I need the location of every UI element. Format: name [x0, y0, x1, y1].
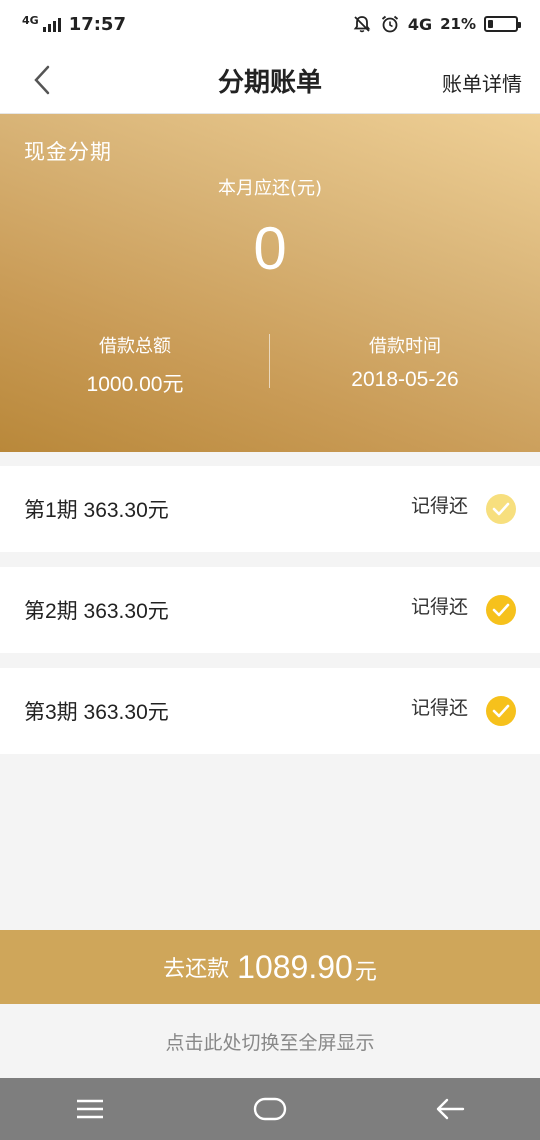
- check-icon: [486, 696, 516, 726]
- loan-date-value: 2018-05-26: [351, 368, 459, 391]
- battery-fill: [488, 20, 494, 28]
- loan-total-label: 借款总额: [99, 336, 171, 357]
- network-type-right: 4G: [407, 14, 433, 34]
- bill-details-link[interactable]: 账单详情: [442, 68, 522, 97]
- menu-icon: [77, 1099, 103, 1119]
- home-icon: [253, 1097, 287, 1121]
- system-nav-bar: [0, 1078, 540, 1140]
- installment-type-label: 现金分期: [24, 140, 112, 164]
- signal-icon: [42, 16, 61, 32]
- installment-row-2[interactable]: 第2期 363.30元 记得还: [0, 567, 540, 653]
- menu-button[interactable]: [60, 1089, 120, 1129]
- system-back-button[interactable]: [420, 1089, 480, 1129]
- network-type-left: 4G: [22, 13, 39, 27]
- mute-bell-icon: [353, 16, 371, 33]
- check-icon: [486, 494, 516, 524]
- battery-icon: [484, 16, 521, 32]
- status-time: 17:57: [68, 13, 126, 35]
- loan-date-label: 借款时间: [369, 336, 441, 357]
- fullscreen-toggle[interactable]: 点击此处切换至全屏显示: [0, 1004, 540, 1078]
- installment-label: 第1期 363.30元: [24, 499, 169, 522]
- status-right: 4G 21%: [352, 14, 521, 34]
- back-button[interactable]: [24, 62, 60, 98]
- installment-label: 第3期 363.30元: [24, 701, 169, 724]
- status-bar: 4G 17:57 4G 21%: [0, 0, 540, 48]
- summary-banner: 现金分期 本月应还(元) 0 借款总额 1000.00元 借款时间 2018-0…: [0, 114, 540, 452]
- alarm-icon: [381, 15, 398, 33]
- pay-label: 去还款: [163, 957, 230, 982]
- pay-amount: 1089.90: [237, 948, 353, 985]
- home-button[interactable]: [240, 1089, 300, 1129]
- chevron-left-icon: [34, 65, 50, 95]
- loan-total-block: 借款总额 1000.00元: [0, 332, 270, 398]
- installment-list: 第1期 363.30元 记得还 第2期 363.30元 记得还 第3期 363.…: [0, 466, 540, 769]
- loan-date-block: 借款时间 2018-05-26: [270, 332, 540, 392]
- page-title: 分期账单: [217, 68, 322, 98]
- check-icon: [486, 595, 516, 625]
- installment-status: 记得还: [410, 696, 468, 719]
- installment-row-1[interactable]: 第1期 363.30元 记得还: [0, 466, 540, 552]
- installment-row-3[interactable]: 第3期 363.30元 记得还: [0, 668, 540, 754]
- status-left: 4G 17:57: [22, 14, 126, 35]
- nav-bar: 分期账单 账单详情: [0, 48, 540, 114]
- pay-unit: 元: [354, 960, 377, 985]
- battery-percent: 21%: [440, 15, 476, 33]
- loan-total-value: 1000.00元: [86, 373, 184, 396]
- monthly-due-value: 0: [253, 215, 287, 282]
- monthly-due-label: 本月应还(元): [217, 178, 323, 199]
- arrow-left-icon: [436, 1098, 465, 1120]
- installment-status: 记得还: [410, 595, 468, 618]
- pay-button[interactable]: 去还款 1089.90 元: [0, 930, 540, 1004]
- installment-status: 记得还: [410, 494, 468, 517]
- installment-label: 第2期 363.30元: [24, 600, 169, 623]
